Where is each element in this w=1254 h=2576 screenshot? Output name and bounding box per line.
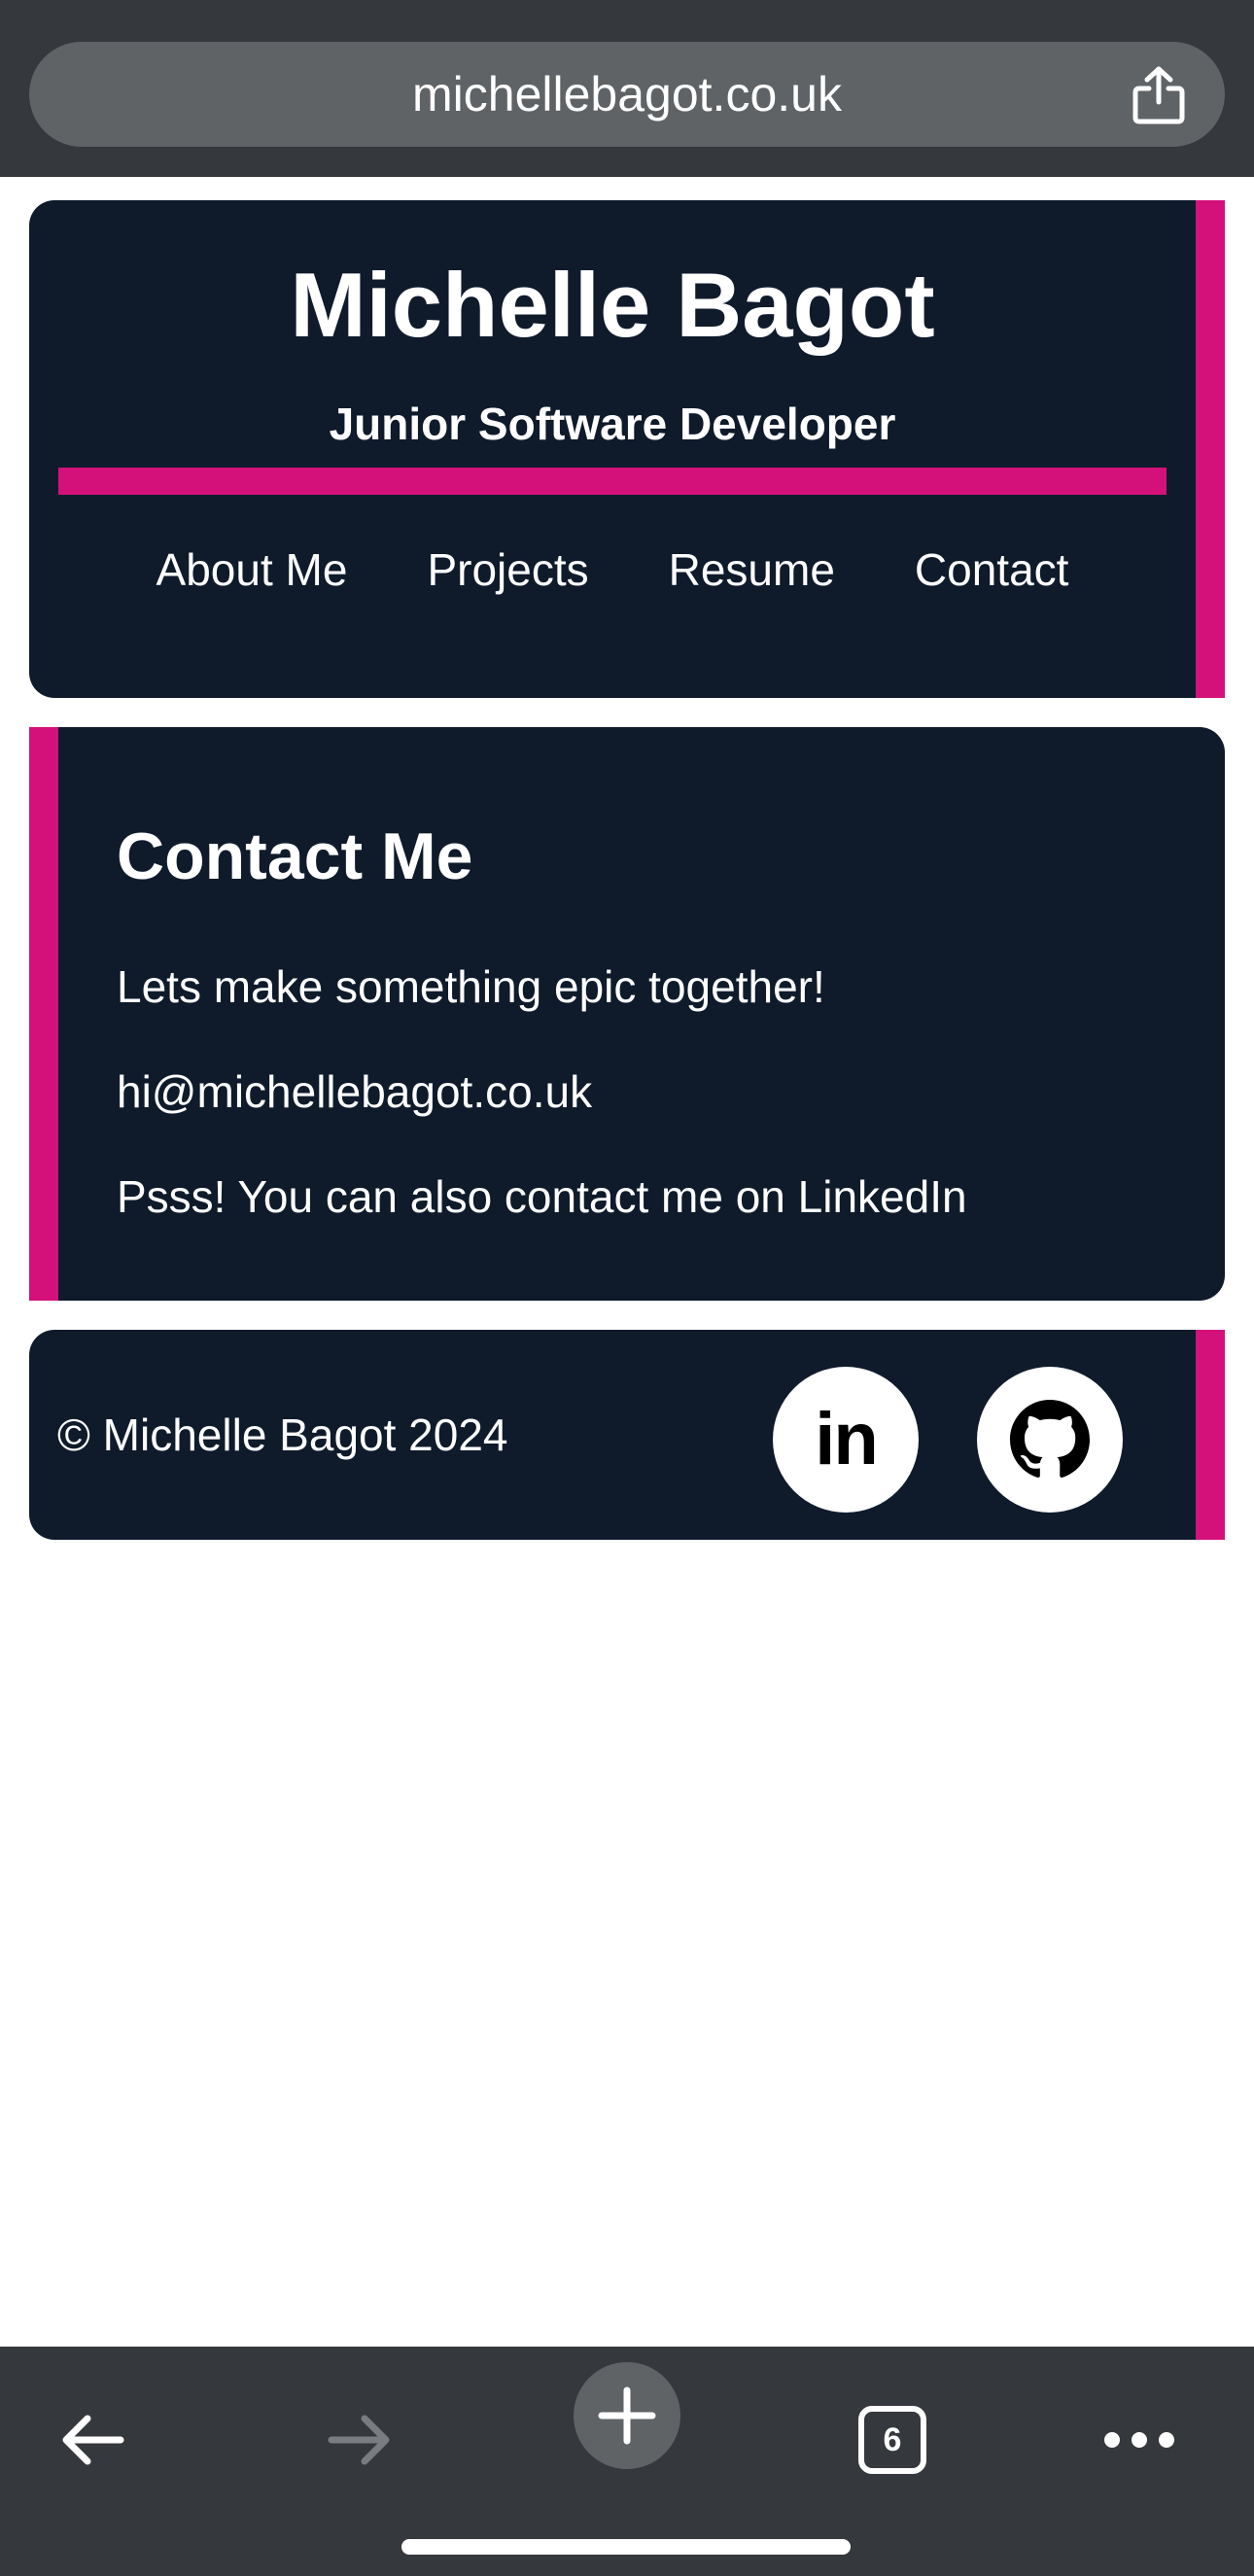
github-icon bbox=[1010, 1400, 1090, 1478]
home-indicator bbox=[401, 2539, 851, 2555]
header-divider bbox=[58, 468, 1167, 495]
contact-accent-bar bbox=[29, 727, 58, 1301]
browser-top-bar: michellebagot.co.uk bbox=[0, 0, 1254, 177]
forward-button[interactable] bbox=[311, 2391, 408, 2489]
nav-link-projects[interactable]: Projects bbox=[427, 521, 588, 618]
tab-count: 6 bbox=[858, 2406, 926, 2474]
url-text[interactable]: michellebagot.co.uk bbox=[29, 42, 1225, 147]
forward-arrow-icon bbox=[328, 2415, 390, 2465]
nav-link-resume[interactable]: Resume bbox=[669, 521, 835, 618]
contact-heading: Contact Me bbox=[117, 819, 473, 893]
site-header: Michelle Bagot Junior Software Developer… bbox=[29, 200, 1225, 698]
contact-section: Contact Me Lets make something epic toge… bbox=[29, 727, 1225, 1301]
contact-tagline: Lets make something epic together! bbox=[117, 961, 825, 1012]
main-nav: About Me Projects Resume Contact bbox=[29, 521, 1196, 618]
url-bar[interactable]: michellebagot.co.uk bbox=[29, 42, 1225, 147]
site-subtitle: Junior Software Developer bbox=[329, 399, 896, 449]
new-tab-button[interactable] bbox=[574, 2362, 680, 2469]
site-title: Michelle Bagot bbox=[290, 254, 935, 356]
tabs-button[interactable]: 6 bbox=[844, 2391, 941, 2489]
contact-email[interactable]: hi@michellebagot.co.uk bbox=[117, 1062, 592, 1121]
header-accent-bar bbox=[1196, 200, 1225, 698]
site-footer: © Michelle Bagot 2024 in bbox=[29, 1330, 1225, 1540]
github-button[interactable] bbox=[977, 1367, 1123, 1513]
back-arrow-icon bbox=[62, 2415, 124, 2465]
share-icon[interactable] bbox=[1130, 65, 1188, 125]
more-dots-icon bbox=[1104, 2432, 1174, 2448]
more-button[interactable] bbox=[1091, 2391, 1188, 2489]
back-button[interactable] bbox=[44, 2391, 141, 2489]
linkedin-button[interactable]: in bbox=[773, 1367, 919, 1513]
plus-icon bbox=[598, 2386, 656, 2445]
copyright-text: © Michelle Bagot 2024 bbox=[57, 1410, 508, 1460]
browser-bottom-bar: 6 bbox=[0, 2347, 1254, 2576]
nav-link-about-me[interactable]: About Me bbox=[157, 521, 348, 618]
footer-accent-bar bbox=[1196, 1330, 1225, 1540]
contact-linkedin-note: Psss! You can also contact me on LinkedI… bbox=[117, 1171, 967, 1222]
nav-link-contact[interactable]: Contact bbox=[915, 521, 1069, 618]
linkedin-icon: in bbox=[815, 1398, 879, 1480]
